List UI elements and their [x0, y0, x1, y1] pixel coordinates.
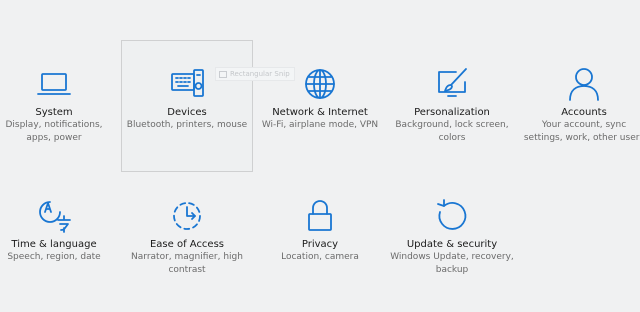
- tile-title: Personalization: [414, 107, 490, 118]
- devices-icon: [171, 69, 204, 97]
- tile-title: Accounts: [561, 107, 607, 118]
- tile-description: Display, notifications, apps, power: [5, 120, 103, 143]
- time-language-icon: [39, 201, 71, 233]
- tile-description: Wi-Fi, airplane mode, VPN: [261, 120, 379, 130]
- tile-system[interactable]: System Display, notifications, apps, pow…: [0, 64, 120, 145]
- ease-of-access-icon: [173, 202, 201, 230]
- tile-description: Your account, sync settings, work, other…: [523, 120, 640, 143]
- tile-description: Narrator, magnifier, high contrast: [131, 252, 243, 275]
- laptop-icon: [37, 73, 71, 95]
- tile-privacy[interactable]: Privacy Location, camera: [254, 196, 386, 264]
- refresh-icon: [437, 199, 467, 230]
- tile-time-language[interactable]: Time & language Speech, region, date: [0, 196, 120, 264]
- paintbrush-icon: [438, 68, 467, 97]
- tile-ease-of-access[interactable]: Ease of Access Narrator, magnifier, high…: [121, 196, 253, 277]
- lock-icon: [308, 200, 332, 231]
- globe-icon: [305, 69, 335, 99]
- person-icon: [569, 68, 599, 101]
- tile-title: Privacy: [301, 239, 339, 250]
- tile-personalization[interactable]: Personalization Background, lock screen,…: [386, 64, 518, 145]
- tile-description: Background, lock screen, colors: [395, 120, 509, 143]
- tile-title: Devices: [167, 107, 207, 118]
- snip-tooltip: Rectangular Snip: [215, 67, 295, 81]
- settings-grid: System Display, notifications, apps, pow…: [0, 0, 640, 312]
- tile-description: Bluetooth, printers, mouse: [126, 120, 248, 130]
- tile-description: Windows Update, recovery, backup: [390, 252, 514, 275]
- tile-update-security[interactable]: Update & security Windows Update, recove…: [386, 196, 518, 277]
- tile-title: Update & security: [406, 239, 498, 250]
- tile-title: Ease of Access: [149, 239, 225, 250]
- tile-title: Network & Internet: [272, 107, 368, 118]
- tile-title: System: [35, 107, 73, 118]
- tile-accounts[interactable]: Accounts Your account, sync settings, wo…: [518, 64, 640, 145]
- tile-title: Time & language: [11, 239, 97, 250]
- tile-description: Location, camera: [281, 252, 359, 262]
- tile-description: Speech, region, date: [7, 252, 101, 262]
